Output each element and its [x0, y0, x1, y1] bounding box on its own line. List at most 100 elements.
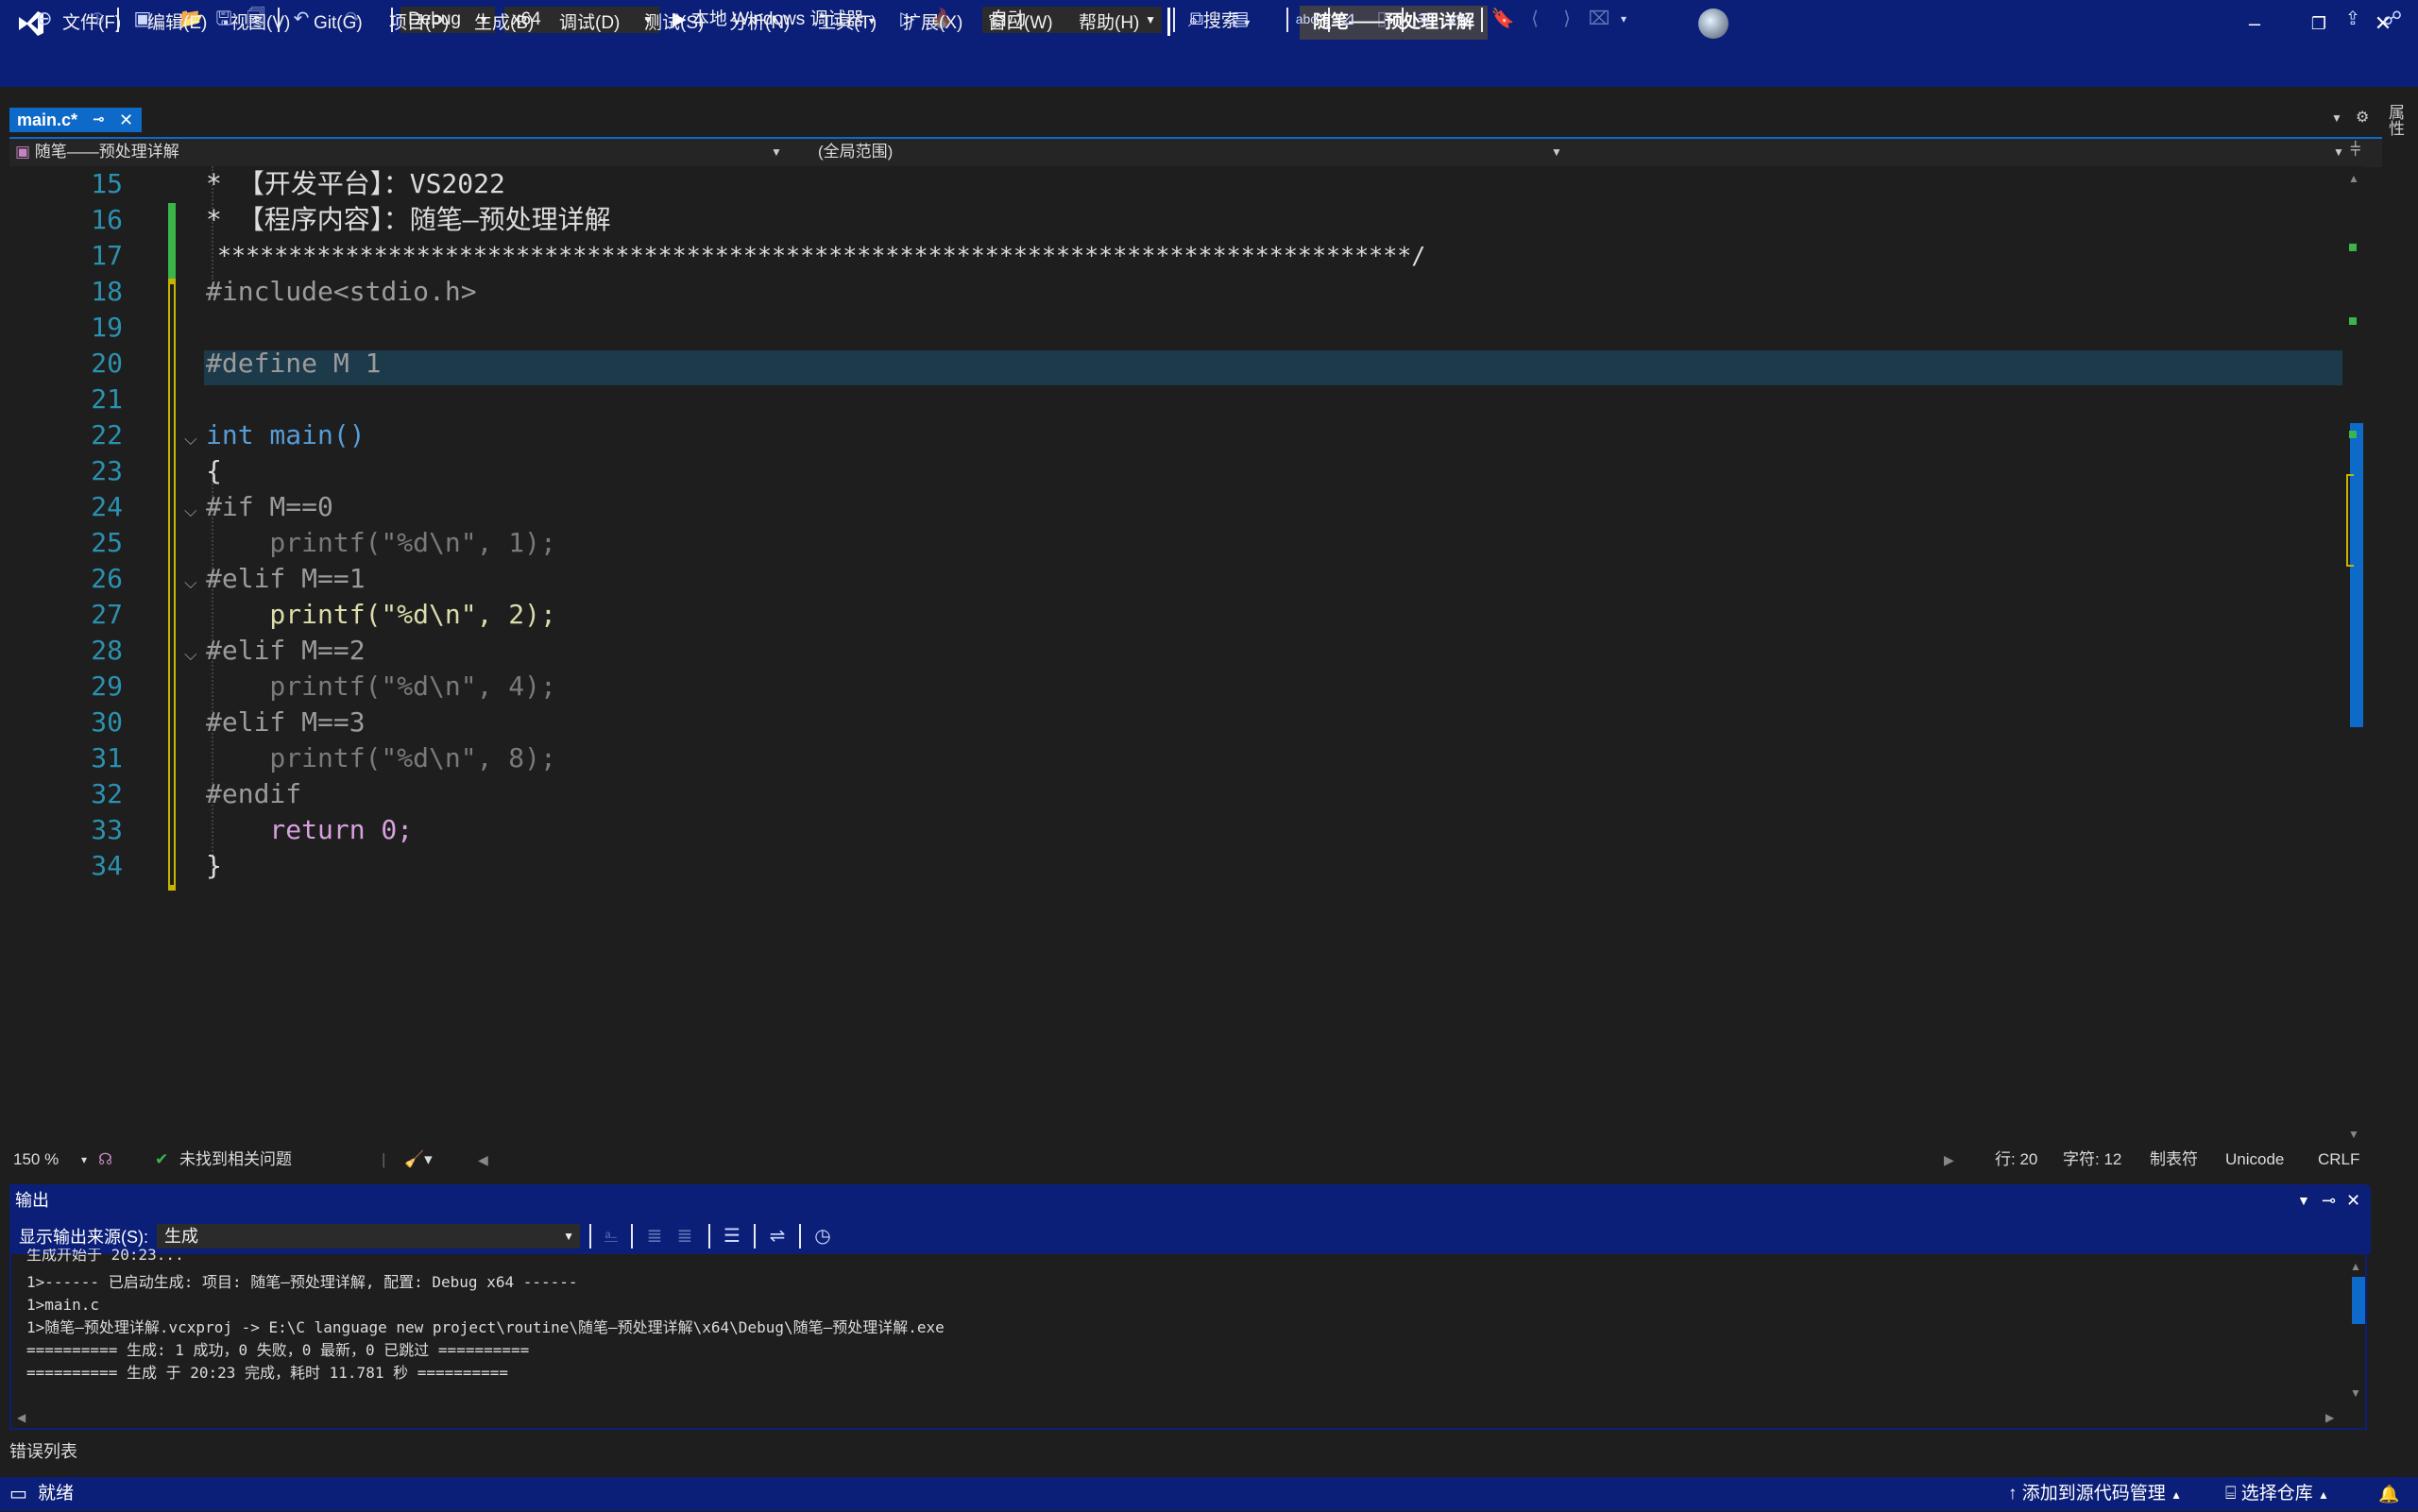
navigate-back-icon[interactable]: ⊖: [32, 7, 57, 31]
menu-item[interactable]: 扩展(X): [897, 9, 968, 38]
format-icon[interactable]: ⤺: [1445, 7, 1470, 31]
inactive-code: printf("%d\n", 4);: [206, 671, 556, 702]
code-line[interactable]: }: [206, 848, 222, 884]
member-dropdown[interactable]: [1572, 141, 2346, 163]
clear-all-icon[interactable]: ☰: [720, 1224, 744, 1249]
account-avatar[interactable]: [1698, 8, 1728, 39]
code-line[interactable]: ****************************************…: [217, 238, 1425, 274]
code-line[interactable]: #elif M==3: [206, 705, 366, 740]
close-tab-icon[interactable]: ✕: [119, 108, 133, 132]
code-line[interactable]: #elif M==2: [206, 633, 366, 669]
code-line[interactable]: return 0;: [206, 812, 413, 848]
project-dropdown[interactable]: ▣ 随笔——预处理详解: [15, 141, 780, 163]
menu-item[interactable]: 项目(P): [383, 9, 454, 38]
scroll-up-icon[interactable]: ▲: [2348, 172, 2359, 185]
code-line[interactable]: #elif M==1: [206, 561, 366, 597]
window-layout-icon[interactable]: ▤: [1228, 7, 1252, 31]
code-line[interactable]: printf("%d\n", 4);: [206, 669, 556, 705]
scroll-right-icon[interactable]: ▶: [1944, 1148, 1954, 1171]
code-line[interactable]: printf("%d\n", 2);: [206, 597, 555, 633]
code-line[interactable]: * 【开发平台】：VS2022: [206, 166, 505, 202]
code-line[interactable]: #define M 1: [206, 346, 381, 382]
intellicode-icon[interactable]: ☊: [98, 1148, 112, 1171]
menu-item[interactable]: 帮助(H): [1073, 9, 1145, 38]
clear-bookmarks-icon[interactable]: ⌧: [1587, 7, 1611, 31]
tab-list-icon[interactable]: ▼: [2331, 111, 2342, 125]
output-scroll-up-icon[interactable]: ▲: [2350, 1260, 2361, 1273]
scroll-down-icon[interactable]: ▼: [2348, 1128, 2359, 1141]
previous-message-icon[interactable]: ≣: [642, 1224, 667, 1249]
code-line[interactable]: printf("%d\n", 8);: [206, 740, 555, 776]
properties-side-tab[interactable]: 属性: [2386, 104, 2407, 136]
code-line[interactable]: #endif: [206, 776, 301, 812]
scrollbar-thumb[interactable]: [2350, 423, 2363, 727]
code-line[interactable]: #include<stdio.h>: [206, 274, 477, 310]
fold-elif-icon[interactable]: ⌵: [184, 637, 197, 672]
issues-status[interactable]: 未找到相关问题: [179, 1148, 292, 1171]
select-repository-button[interactable]: ⌸ 选择仓库 ▲: [2225, 1477, 2329, 1512]
line-ending-indicator[interactable]: CRLF: [2318, 1148, 2359, 1171]
split-editor-icon[interactable]: ⫩: [2350, 140, 2360, 161]
fold-main-icon[interactable]: ⌵: [184, 421, 197, 457]
fold-elif-icon[interactable]: ⌵: [184, 565, 197, 601]
line-indicator[interactable]: 行: 20: [1995, 1148, 2037, 1171]
code-line[interactable]: int main(): [206, 417, 366, 453]
column-indicator[interactable]: 字符: 12: [2063, 1148, 2121, 1171]
code-cleanup-icon[interactable]: 🧹▾: [404, 1148, 433, 1171]
menu-item[interactable]: 编辑(E): [142, 9, 213, 38]
timestamp-icon[interactable]: ◷: [810, 1224, 835, 1249]
menu-item[interactable]: 文件(F): [57, 9, 127, 38]
next-bookmark-icon[interactable]: ⟩: [1555, 7, 1579, 31]
output-scroll-down-icon[interactable]: ▼: [2350, 1386, 2361, 1400]
add-to-source-control-button[interactable]: ↑ 添加到源代码管理 ▲: [2008, 1477, 2182, 1512]
output-source-select[interactable]: 生成 ▼: [157, 1224, 580, 1249]
output-scroll-right-icon[interactable]: ▶: [2325, 1411, 2334, 1424]
indent-icon[interactable]: ≡: [1411, 7, 1436, 31]
live-share-icon[interactable]: ⇪: [2341, 7, 2365, 31]
uncomment-icon[interactable]: ▯: [1370, 7, 1394, 31]
output-scroll-left-icon[interactable]: ◀: [17, 1411, 26, 1424]
scope-dropdown[interactable]: (全局范围): [818, 141, 1555, 163]
elif-directive: #elif M==2: [206, 635, 366, 666]
chevron-down-icon[interactable]: ▾: [81, 1148, 87, 1171]
feedback-icon[interactable]: ☍: [2380, 7, 2405, 31]
find-message-icon[interactable]: ⎁: [599, 1224, 623, 1249]
pane-options-icon[interactable]: ▼: [2297, 1186, 2310, 1215]
output-horizontal-scrollbar[interactable]: [9, 1405, 2371, 1432]
toggle-comment-icon[interactable]: ⊿: [1336, 7, 1360, 31]
tabs-indicator[interactable]: 制表符: [2150, 1148, 2198, 1171]
zoom-level[interactable]: 150 %: [13, 1148, 59, 1171]
minimize-icon[interactable]: –: [2240, 9, 2269, 38]
fold-if-icon[interactable]: ⌵: [184, 493, 197, 529]
restore-icon[interactable]: ❐: [2305, 9, 2333, 38]
settings-gear-icon[interactable]: ⚙: [2356, 108, 2369, 127]
menu-item[interactable]: 测试(S): [639, 9, 709, 38]
menu-item[interactable]: 视图(V): [225, 9, 296, 38]
notifications-bell-icon[interactable]: 🔔: [2378, 1477, 2399, 1511]
close-pane-icon[interactable]: ✕: [2346, 1186, 2360, 1215]
menu-item[interactable]: Git(G): [308, 9, 368, 38]
output-scrollbar-thumb[interactable]: [2352, 1277, 2365, 1324]
spell-check-icon[interactable]: abc: [1294, 7, 1319, 31]
menu-item[interactable]: 调试(D): [553, 9, 625, 38]
menu-item[interactable]: 分析(N): [724, 9, 795, 38]
encoding-indicator[interactable]: Unicode: [2225, 1148, 2284, 1171]
menu-item[interactable]: 生成(B): [468, 9, 539, 38]
error-list-tab[interactable]: 错误列表: [9, 1437, 77, 1466]
menu-item[interactable]: 窗口(W): [982, 9, 1059, 38]
word-wrap-icon[interactable]: ⇌: [765, 1224, 790, 1249]
code-line[interactable]: printf("%d\n", 1);: [206, 525, 555, 561]
code-line[interactable]: {: [206, 453, 222, 489]
solution-explorer-icon[interactable]: ⧉: [1184, 7, 1209, 31]
pin-icon[interactable]: ⊸: [93, 108, 105, 132]
code-line[interactable]: #if M==0: [206, 489, 333, 525]
bookmark-icon[interactable]: 🔖: [1490, 7, 1515, 31]
toolbar-overflow-icon[interactable]: ▾: [1611, 7, 1636, 31]
code-line[interactable]: * 【程序内容】：随笔—预处理详解: [206, 202, 611, 238]
pin-pane-icon[interactable]: ⊸: [2322, 1186, 2336, 1215]
next-message-icon[interactable]: ≣: [673, 1224, 697, 1249]
scroll-left-icon[interactable]: ◀: [478, 1148, 488, 1171]
tab-main-c[interactable]: main.c* ⊸ ✕: [9, 108, 142, 132]
menu-item[interactable]: 工具(T): [812, 9, 882, 38]
previous-bookmark-icon[interactable]: ⟨: [1523, 7, 1547, 31]
